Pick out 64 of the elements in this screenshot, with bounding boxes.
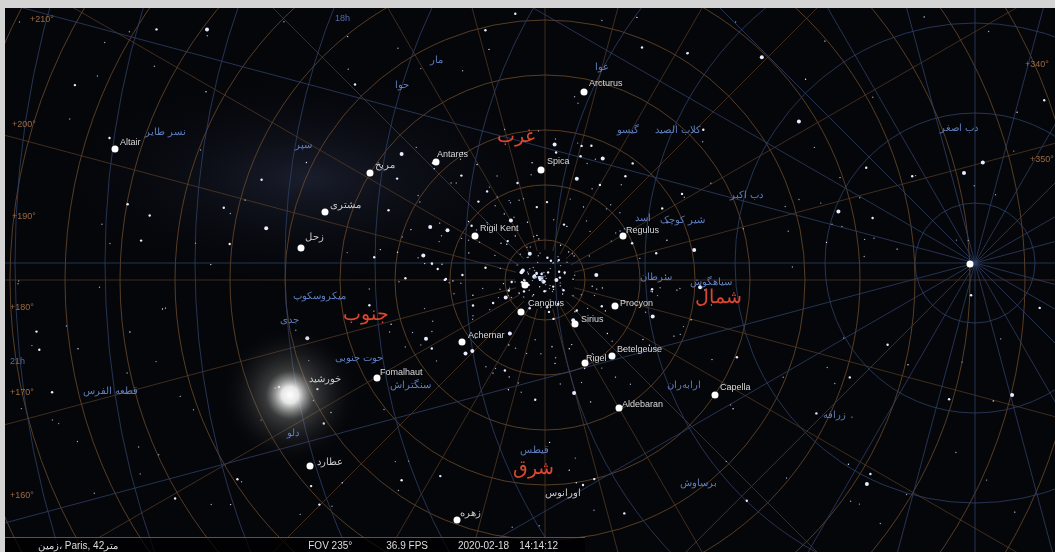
grid-label: +190° (12, 212, 36, 221)
grid-label: +170° (10, 388, 34, 397)
planet-name: زحل (305, 232, 324, 242)
constellation-name: گیسو (617, 125, 639, 135)
grid-label: +160° (10, 491, 34, 500)
constellation-name: مار (430, 55, 443, 65)
star-name: Altair (120, 138, 141, 147)
constellation-name: سنگتراش (390, 380, 431, 390)
constellation-name: حوا (395, 80, 409, 90)
time-text: 14:14:12 (519, 538, 559, 552)
star-name: Canopus (528, 299, 565, 308)
cardinal-direction: شرق (513, 458, 554, 477)
fov-text: FOV 235° (308, 538, 353, 552)
constellation-name: زرافه (823, 410, 846, 420)
fps-text: 36.9 FPS (386, 538, 428, 552)
constellation-name: دب اکبر (730, 190, 763, 200)
planet-name: مشتری (330, 200, 361, 210)
grid-label: 18h (335, 14, 351, 23)
grid-label: +210° (30, 15, 54, 24)
cardinal-direction: غرب (497, 126, 535, 145)
grid-label: 21h (10, 357, 26, 366)
constellation-name: ارابه‌ران (667, 380, 701, 390)
planet-name: زهره (460, 508, 481, 518)
star-name: Aldebaran (622, 400, 664, 409)
location-text: زمین، Paris, 42متر (38, 538, 119, 552)
star-name: Spica (547, 157, 570, 166)
constellation-name: کلاب الصید (655, 125, 701, 135)
constellation-name: میکروسکوپ (293, 291, 346, 301)
date-text: 2020-02-18 (458, 538, 510, 552)
star-name: Rigil Kent (480, 224, 519, 233)
constellation-name: سیاهگوش (690, 277, 732, 287)
grid-label: +180° (10, 303, 34, 312)
cardinal-direction: جنوب (343, 304, 389, 323)
constellation-name: نسر طایر (145, 127, 186, 137)
star-name: Sirius (581, 315, 604, 324)
star-name: Capella (720, 383, 751, 392)
planet-name: خورشید (309, 374, 341, 384)
constellation-name: اسد (635, 213, 651, 223)
grid-label: +200° (12, 120, 36, 129)
constellation-name: شیر کوچک (660, 215, 705, 225)
star-name: Antares (437, 150, 469, 159)
constellation-name: قیطس (520, 445, 549, 455)
star-name: Procyon (620, 299, 654, 308)
constellation-name: سپر (295, 140, 312, 150)
constellation-name: دلو (287, 428, 299, 438)
planet-name: اورانوس (545, 488, 581, 498)
star-name: Fomalhaut (380, 368, 423, 377)
star-name: Arcturus (589, 79, 623, 88)
constellation-name: عوا (595, 62, 609, 72)
constellation-name: سرطان (640, 272, 672, 282)
planet-name: مریخ (375, 160, 395, 170)
star-name: Achernar (468, 331, 505, 340)
star-name: Betelgeuse (617, 345, 663, 354)
grid-label: +340° (1025, 60, 1049, 69)
constellation-name: قطعه الفرس (83, 386, 138, 396)
star-name: Rigel (586, 354, 607, 363)
grid-label: +350° (1030, 155, 1054, 164)
star-name: Regulus (626, 226, 660, 235)
constellation-name: جدی (280, 315, 299, 325)
cardinal-direction: شمال (695, 287, 742, 306)
constellation-name: حوت جنوبی (335, 353, 383, 363)
planet-name: عطارد (317, 457, 343, 467)
constellation-name: برساوش (680, 478, 717, 488)
constellation-name: دب اصغر (940, 123, 978, 133)
